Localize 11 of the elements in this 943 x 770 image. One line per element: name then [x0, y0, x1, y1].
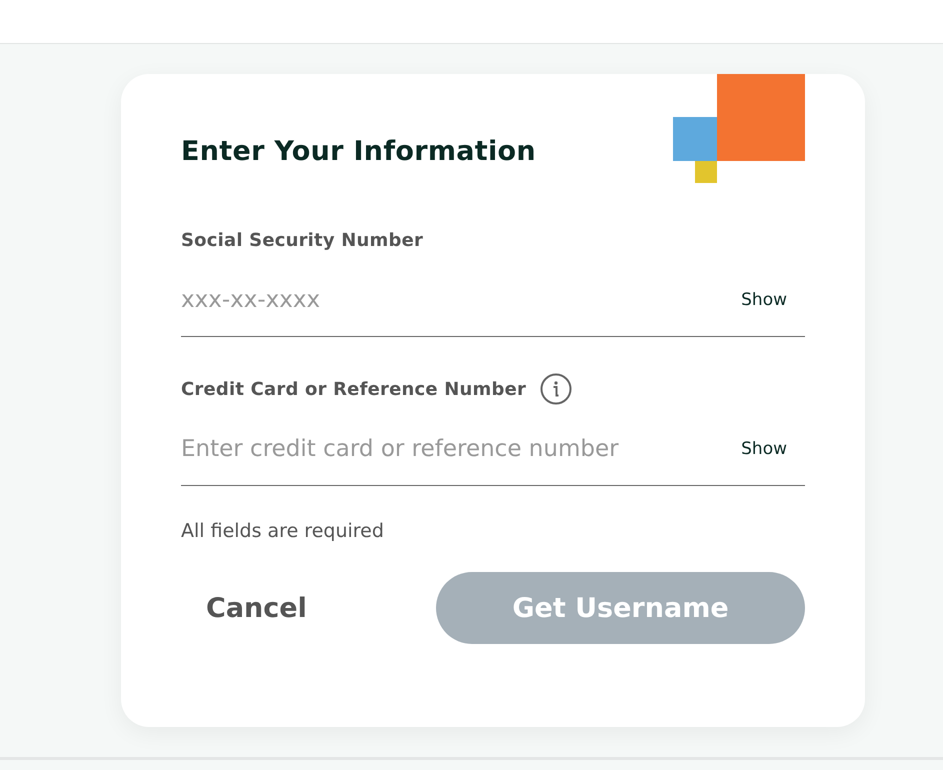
show-toggle[interactable]: Show — [733, 439, 805, 459]
input-field[interactable]: xxx-xx-xxxx — [181, 287, 734, 313]
field-label: Credit Card or Reference Number — [181, 378, 526, 400]
cancel-button[interactable]: Cancel — [181, 582, 332, 634]
required-note: All fields are required — [181, 520, 384, 542]
squares-logo-icon — [673, 74, 805, 183]
info-icon[interactable] — [540, 373, 572, 405]
show-toggle[interactable]: Show — [733, 290, 805, 310]
input-field[interactable]: Enter credit card or reference number — [181, 436, 734, 462]
form-title: Enter Your Information — [181, 135, 536, 169]
field-label: Social Security Number — [181, 230, 424, 250]
